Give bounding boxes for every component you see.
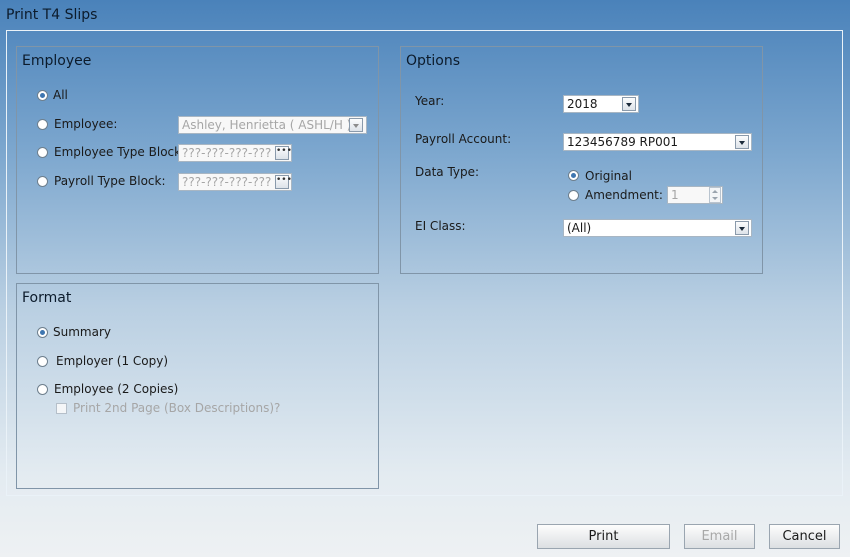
radio-employee-copies[interactable] [37,384,48,395]
year-dropdown-arrow-icon[interactable] [622,97,636,111]
radio-employee-type-block-label: Employee Type Block: [54,145,186,159]
radio-summary-label: Summary [53,325,111,339]
radio-amendment[interactable] [568,190,579,201]
radio-original[interactable] [568,170,579,181]
print-button[interactable]: Print [537,524,670,549]
radio-employee-copies-label: Employee (2 Copies) [54,382,179,396]
payroll-account-label: Payroll Account: [415,132,512,146]
radio-summary[interactable] [37,327,48,338]
ei-class-select-value: (All) [567,221,592,235]
window-title: Print T4 Slips [6,7,98,23]
options-panel: Options Year: 2018 Payroll Account: 1234… [400,46,763,274]
radio-amendment-label: Amendment: [585,188,663,202]
employee-panel: Employee All Employee: Ashley, Henrietta… [16,46,379,274]
print-2nd-page-checkbox[interactable] [56,403,67,414]
employee-select-value: Ashley, Henrietta ( ASHL/H ) [182,118,352,132]
payroll-type-block-ellipsis-icon[interactable]: ••• [275,175,292,189]
payroll-type-block-value: ???-???-???-??? [182,175,272,189]
radio-payroll-type-block-label: Payroll Type Block: [54,174,166,188]
payroll-account-select[interactable]: 123456789 RP001 [563,133,752,151]
radio-all-label: All [53,88,68,102]
ei-class-label: EI Class: [415,219,466,233]
radio-employer-label: Employer (1 Copy) [56,354,169,368]
amendment-spinner-arrows-icon[interactable] [709,187,721,203]
employee-dropdown-arrow-icon[interactable] [349,118,363,132]
amendment-number-value: 1 [671,188,679,202]
payroll-account-select-value: 123456789 RP001 [567,135,679,149]
employee-panel-title: Employee [22,53,92,69]
year-select-value: 2018 [567,97,598,111]
radio-employee-type-block[interactable] [37,147,48,158]
data-type-label: Data Type: [415,165,480,179]
ei-class-dropdown-arrow-icon[interactable] [735,221,749,235]
radio-original-label: Original [585,169,632,183]
radio-payroll-type-block[interactable] [37,176,48,187]
radio-employee[interactable] [37,119,48,130]
options-panel-title: Options [406,53,461,69]
payroll-account-dropdown-arrow-icon[interactable] [735,135,749,149]
employee-type-block-value: ???-???-???-??? [182,146,272,160]
employee-select[interactable]: Ashley, Henrietta ( ASHL/H ) [178,116,367,134]
ei-class-select[interactable]: (All) [563,219,752,237]
employee-type-block-ellipsis-icon[interactable]: ••• [275,146,292,160]
year-label: Year: [415,94,445,108]
format-panel-title: Format [22,290,72,306]
cancel-button[interactable]: Cancel [769,524,840,549]
format-panel: Format Summary Employer (1 Copy) Employe… [16,283,379,489]
radio-employee-label: Employee: [54,117,118,131]
print-2nd-page-label: Print 2nd Page (Box Descriptions)? [73,401,281,415]
radio-all[interactable] [37,90,48,101]
radio-employer[interactable] [37,356,48,367]
email-button[interactable]: Email [684,524,755,549]
